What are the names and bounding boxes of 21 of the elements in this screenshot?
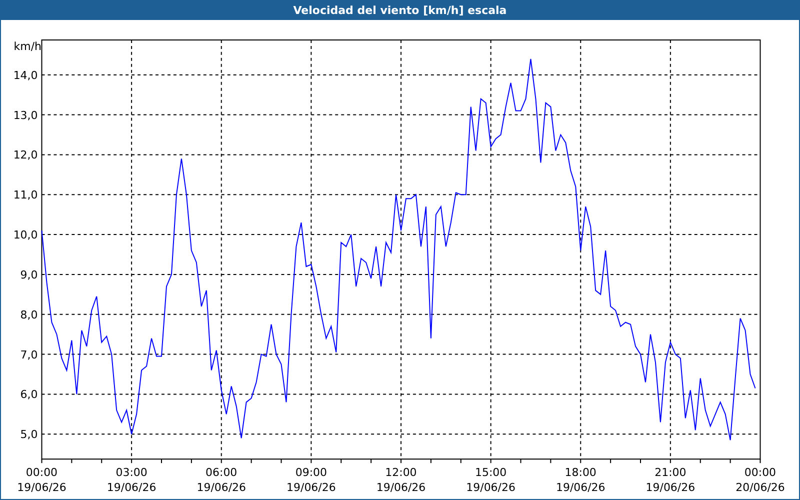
x-axis-label: 09:00 19/06/26 — [286, 466, 336, 494]
window-title: Velocidad del viento [km/h] escala — [0, 0, 800, 20]
x-axis-label: 15:00 19/06/26 — [466, 466, 516, 494]
y-axis-label: 13,0 — [13, 108, 38, 122]
y-axis-label: 6,0 — [20, 388, 38, 402]
x-axis-label: 06:00 19/06/26 — [196, 466, 246, 494]
y-axis-label: 12,0 — [13, 148, 38, 162]
x-axis-label: 00:00 20/06/26 — [736, 466, 785, 494]
y-axis-label: 8,0 — [20, 308, 38, 322]
y-axis-label: 9,0 — [20, 268, 38, 282]
y-axis-label: 7,0 — [20, 348, 38, 362]
x-axis-label: 00:00 19/06/26 — [17, 466, 66, 494]
x-axis-label: 12:00 19/06/26 — [376, 466, 426, 494]
y-axis-label: 14,0 — [13, 68, 38, 82]
y-axis-label: 10,0 — [13, 228, 38, 242]
x-axis-label: 21:00 19/06/26 — [646, 466, 696, 494]
y-axis-label: 5,0 — [20, 428, 38, 442]
y-axis-label: 11,0 — [13, 188, 38, 202]
y-axis-unit: km/h — [14, 40, 42, 53]
x-axis-label: 03:00 19/06/26 — [106, 466, 156, 494]
x-axis-label: 18:00 19/06/26 — [556, 466, 606, 494]
